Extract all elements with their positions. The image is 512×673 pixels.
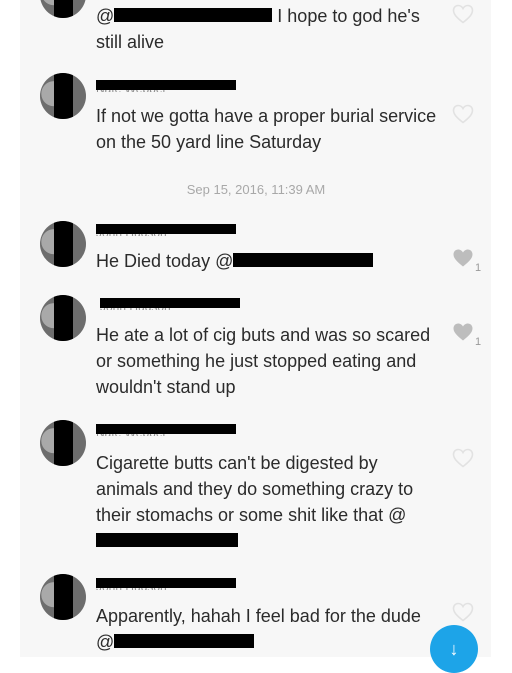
redacted-mention xyxy=(114,8,273,23)
avatar-redaction xyxy=(54,0,73,18)
message-text: Cigarette butts can't be digested by ani… xyxy=(96,450,441,554)
avatar-redaction xyxy=(54,221,73,267)
like-heart-icon[interactable] xyxy=(452,602,474,622)
arrow-down-icon: ↓ xyxy=(449,639,459,659)
message-text: He Died today @ xyxy=(96,248,441,274)
name-redaction xyxy=(96,424,236,434)
avatar[interactable] xyxy=(40,574,86,620)
like-heart-icon[interactable] xyxy=(452,4,474,24)
message-text: @ I hope to god he's still alive xyxy=(96,6,420,52)
avatar[interactable] xyxy=(40,420,86,466)
author-name: Nate Webber xyxy=(96,424,236,436)
avatar[interactable] xyxy=(40,73,86,119)
message-text: He ate a lot of cig buts and was so scar… xyxy=(96,325,431,397)
message-text: If not we gotta have a proper burial ser… xyxy=(96,106,437,152)
name-redaction xyxy=(96,224,236,234)
message-text: Apparently, hahah I feel bad for the dud… xyxy=(96,606,421,652)
avatar-redaction xyxy=(54,295,73,341)
name-redaction xyxy=(100,298,240,308)
name-redaction xyxy=(96,578,236,588)
scroll-to-bottom-button[interactable]: ↓ xyxy=(430,625,478,673)
avatar-redaction xyxy=(54,574,73,620)
like-heart-icon[interactable] xyxy=(452,248,474,268)
author-name: Nate Webber xyxy=(96,80,236,92)
author-name: John Hudson xyxy=(100,298,240,310)
author-name: John Hudson xyxy=(96,578,236,590)
avatar-redaction xyxy=(54,420,73,466)
like-count: 1 xyxy=(475,336,482,348)
like-heart-icon[interactable] xyxy=(452,322,474,342)
avatar-redaction xyxy=(54,73,73,119)
avatar[interactable] xyxy=(40,295,86,341)
redacted-mention xyxy=(114,634,255,649)
redacted-mention xyxy=(233,253,374,268)
name-redaction xyxy=(96,80,236,90)
like-heart-icon[interactable] xyxy=(452,104,474,124)
timestamp: Sep 15, 2016, 11:39 AM xyxy=(186,182,326,197)
author-name: John Hudson xyxy=(96,224,236,236)
redacted-mention xyxy=(96,533,238,548)
like-heart-icon[interactable] xyxy=(452,448,474,468)
avatar[interactable] xyxy=(40,221,86,267)
like-count: 1 xyxy=(475,262,482,274)
